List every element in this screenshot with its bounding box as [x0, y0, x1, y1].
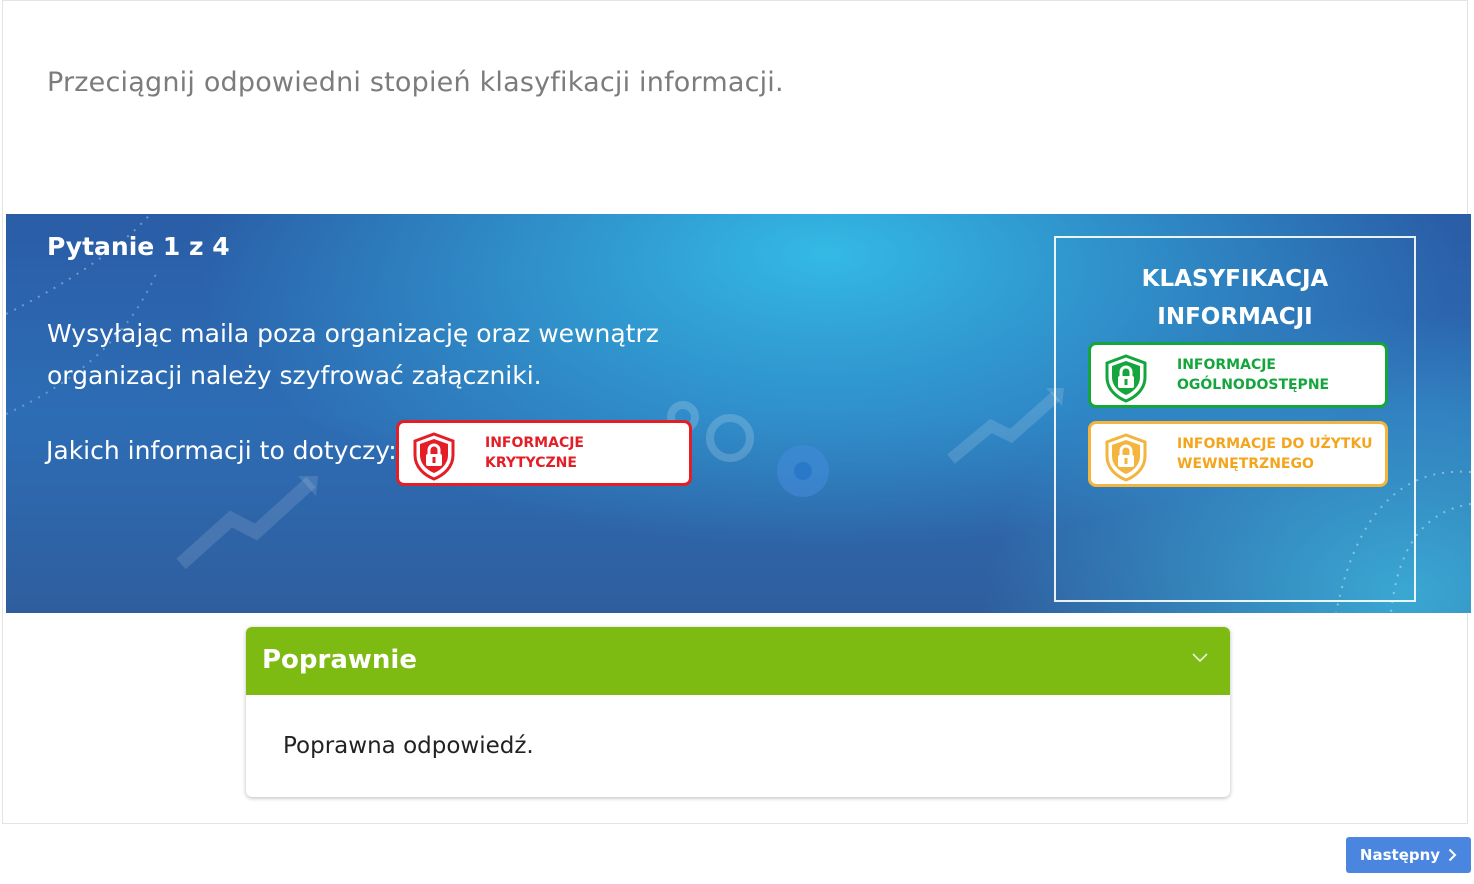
drag-option-public[interactable]: INFORMACJE OGÓLNODOSTĘPNE [1088, 342, 1388, 408]
answer-label: INFORMACJE KRYTYCZNE [485, 435, 584, 471]
lock-shield-icon [413, 432, 455, 481]
option-label: INFORMACJE DO UŻYTKU WEWNĘTRZNEGO [1177, 436, 1373, 472]
next-button-label: Następny [1359, 846, 1441, 864]
option-label: INFORMACJE OGÓLNODOSTĘPNE [1177, 357, 1330, 393]
lock-shield-icon [1105, 433, 1147, 482]
feedback-header[interactable]: Poprawnie [246, 627, 1230, 695]
slide-frame: Przeciągnij odpowiedni stopień klasyfika… [2, 0, 1471, 824]
drag-option-internal[interactable]: INFORMACJE DO UŻYTKU WEWNĘTRZNEGO [1088, 421, 1388, 487]
drop-zone-answer[interactable]: INFORMACJE KRYTYCZNE [396, 420, 692, 486]
next-button[interactable]: Następny [1346, 837, 1471, 873]
question-banner: Pytanie 1 z 4 Wysyłając maila poza organ… [6, 214, 1471, 613]
classification-panel: KLASYFIKACJA INFORMACJI INFORMACJE OGÓLN… [1054, 236, 1416, 602]
chevron-down-icon[interactable] [1192, 653, 1208, 663]
feedback-title: Poprawnie [262, 645, 417, 675]
instruction-text: Przeciągnij odpowiedni stopień klasyfika… [47, 67, 784, 98]
panel-title: KLASYFIKACJA INFORMACJI [1141, 266, 1329, 330]
question-text: Wysyłając maila poza organizację oraz we… [47, 319, 659, 390]
chevron-right-icon [1448, 848, 1457, 862]
question-prompt: Jakich informacji to dotyczy: [46, 436, 397, 465]
feedback-box: Poprawnie Poprawna odpowiedź. [246, 627, 1230, 797]
feedback-message: Poprawna odpowiedź. [283, 733, 534, 759]
lock-shield-icon [1105, 354, 1147, 403]
question-counter: Pytanie 1 z 4 [47, 232, 230, 261]
